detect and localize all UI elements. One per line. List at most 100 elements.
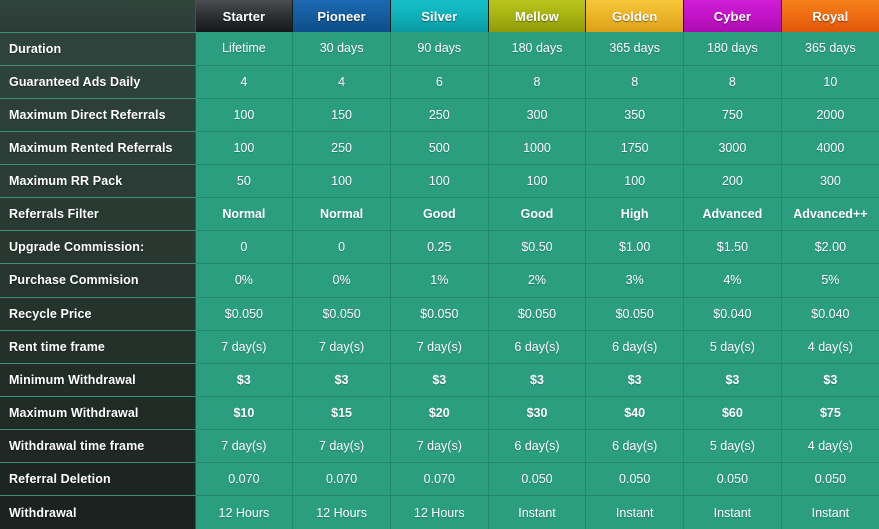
- plan-value-cell: $40: [585, 396, 685, 431]
- plan-value-cell: 6: [390, 65, 489, 99]
- table-row: Minimum Withdrawal $3 $3 $3 $3 $3 $3 $3: [0, 363, 879, 397]
- plan-value-cell: Instant: [488, 495, 587, 529]
- plan-value-cell: 6 day(s): [585, 330, 685, 364]
- plan-value-cell: $1.50: [683, 230, 782, 265]
- plan-value-cell: Normal: [195, 197, 294, 232]
- plan-value-cell: Normal: [292, 197, 391, 232]
- plan-value-cell: 750: [683, 98, 782, 132]
- plan-value-cell: $0.50: [488, 230, 587, 265]
- table-row: Referral Deletion 0.070 0.070 0.070 0.050 0.0…: [0, 462, 879, 497]
- plan-value-cell: 12 Hours: [195, 495, 294, 529]
- plan-value-cell: 100: [195, 131, 294, 166]
- plan-value-cell: 3000: [683, 131, 782, 166]
- plan-value-cell: 0.070: [292, 462, 391, 497]
- plan-value-cell: 150: [292, 98, 391, 132]
- plan-header-row: Starter Pioneer Silver Mellow Golden Cyb…: [0, 0, 879, 33]
- table-row: Referrals Filter Normal Normal Good Good High…: [0, 197, 879, 232]
- plan-value-cell: $15: [292, 396, 391, 431]
- table-row: Duration Lifetime 30 days 90 days 180 days 36…: [0, 32, 879, 66]
- plan-value-cell: $3: [292, 363, 391, 397]
- feature-label: Maximum RR Pack: [0, 164, 196, 199]
- plan-value-cell: $3: [390, 363, 489, 397]
- plan-value-cell: 100: [390, 164, 489, 199]
- plan-value-cell: 0%: [195, 263, 294, 298]
- plan-value-cell: 7 day(s): [390, 429, 489, 464]
- plan-value-cell: $2.00: [781, 230, 879, 265]
- plan-value-cell: 4000: [781, 131, 879, 166]
- plan-value-cell: 100: [292, 164, 391, 199]
- plan-value-cell: 0: [195, 230, 294, 265]
- plan-value-cell: 300: [488, 98, 587, 132]
- plan-value-cell: High: [585, 197, 685, 232]
- plan-value-cell: 180 days: [683, 32, 782, 66]
- plan-value-cell: 7 day(s): [390, 330, 489, 364]
- table-row: Recycle Price $0.050 $0.050 $0.050 $0.050 $0.…: [0, 297, 879, 331]
- table-row: Purchase Commision 0% 0% 1% 2% 3% 4% 5%: [0, 263, 879, 298]
- plan-value-cell: $20: [390, 396, 489, 431]
- plan-value-cell: 2000: [781, 98, 879, 132]
- table-row: Guaranteed Ads Daily 4 4 6 8 8 8 10: [0, 65, 879, 99]
- table-row: Maximum Withdrawal $10 $15 $20 $30 $40 $60 $75: [0, 396, 879, 431]
- plan-header-mellow[interactable]: Mellow: [488, 0, 587, 32]
- plan-value-cell: $75: [781, 396, 879, 431]
- table-row: Rent time frame 7 day(s) 7 day(s) 7 day(s) 6…: [0, 330, 879, 364]
- plan-value-cell: 50: [195, 164, 294, 199]
- plan-value-cell: 6 day(s): [488, 429, 587, 464]
- plan-header-cyber[interactable]: Cyber: [683, 0, 782, 32]
- plan-value-cell: 0.070: [195, 462, 294, 497]
- plan-value-cell: $0.050: [390, 297, 489, 331]
- plan-header-royal[interactable]: Royal: [781, 0, 879, 32]
- table-row: Withdrawal time frame 7 day(s) 7 day(s) 7 d…: [0, 429, 879, 464]
- feature-label: Recycle Price: [0, 297, 196, 331]
- plan-value-cell: $3: [195, 363, 294, 397]
- plan-value-cell: 2%: [488, 263, 587, 298]
- plan-value-cell: 5 day(s): [683, 330, 782, 364]
- plan-value-cell: 30 days: [292, 32, 391, 66]
- plan-value-cell: 100: [585, 164, 685, 199]
- plan-value-cell: 180 days: [488, 32, 587, 66]
- feature-label: Maximum Rented Referrals: [0, 131, 196, 166]
- plan-value-cell: $0.050: [292, 297, 391, 331]
- table-row: Withdrawal 12 Hours 12 Hours 12 Hours Instan…: [0, 495, 879, 529]
- plan-value-cell: $30: [488, 396, 587, 431]
- plan-value-cell: 250: [292, 131, 391, 166]
- plan-value-cell: 200: [683, 164, 782, 199]
- plan-header-pioneer[interactable]: Pioneer: [292, 0, 391, 32]
- plan-value-cell: 0.070: [390, 462, 489, 497]
- plan-header-silver[interactable]: Silver: [390, 0, 489, 32]
- plan-value-cell: 250: [390, 98, 489, 132]
- feature-label: Minimum Withdrawal: [0, 363, 196, 397]
- plan-value-cell: $3: [683, 363, 782, 397]
- plan-value-cell: 90 days: [390, 32, 489, 66]
- membership-comparison-table: Starter Pioneer Silver Mellow Golden Cyb…: [0, 0, 879, 529]
- plan-value-cell: 6 day(s): [488, 330, 587, 364]
- feature-label: Guaranteed Ads Daily: [0, 65, 196, 99]
- feature-label: Referral Deletion: [0, 462, 196, 497]
- plan-value-cell: 4 day(s): [781, 429, 879, 464]
- plan-header-golden[interactable]: Golden: [585, 0, 685, 32]
- plan-value-cell: 0.050: [488, 462, 587, 497]
- plan-value-cell: 500: [390, 131, 489, 166]
- plan-value-cell: 1%: [390, 263, 489, 298]
- plan-value-cell: 4: [195, 65, 294, 99]
- table-corner-cell: [0, 0, 196, 33]
- plan-value-cell: 0.25: [390, 230, 489, 265]
- plan-value-cell: Advanced: [683, 197, 782, 232]
- plan-value-cell: $0.040: [683, 297, 782, 331]
- plan-value-cell: 7 day(s): [195, 330, 294, 364]
- plan-value-cell: $0.050: [195, 297, 294, 331]
- table-row: Maximum Rented Referrals 100 250 500 1000 175…: [0, 131, 879, 166]
- feature-label: Withdrawal time frame: [0, 429, 196, 464]
- table-row: Maximum Direct Referrals 100 150 250 300 350 7…: [0, 98, 879, 132]
- plan-value-cell: 100: [488, 164, 587, 199]
- plan-value-cell: $0.040: [781, 297, 879, 331]
- plan-value-cell: 10: [781, 65, 879, 99]
- plan-value-cell: 0: [292, 230, 391, 265]
- plan-header-starter[interactable]: Starter: [195, 0, 294, 32]
- plan-value-cell: 0.050: [683, 462, 782, 497]
- plan-value-cell: 7 day(s): [292, 330, 391, 364]
- feature-label: Rent time frame: [0, 330, 196, 364]
- plan-value-cell: 5%: [781, 263, 879, 298]
- plan-value-cell: 300: [781, 164, 879, 199]
- plan-value-cell: 4%: [683, 263, 782, 298]
